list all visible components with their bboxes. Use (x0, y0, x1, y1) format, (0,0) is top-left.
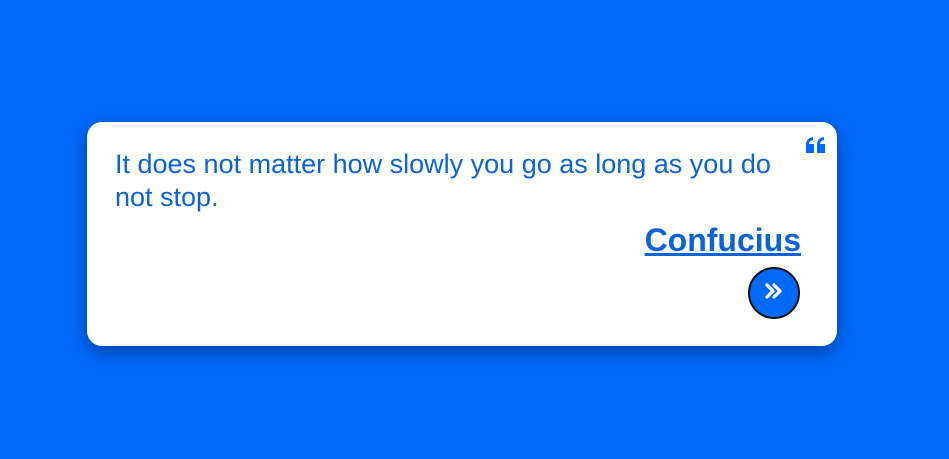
next-quote-button[interactable] (748, 267, 800, 319)
double-chevron-right-icon (762, 279, 786, 308)
quote-card: It does not matter how slowly you go as … (87, 122, 837, 346)
quote-text: It does not matter how slowly you go as … (115, 149, 771, 212)
quote-left-icon (805, 136, 827, 154)
author-link[interactable]: Confucius (645, 220, 801, 260)
